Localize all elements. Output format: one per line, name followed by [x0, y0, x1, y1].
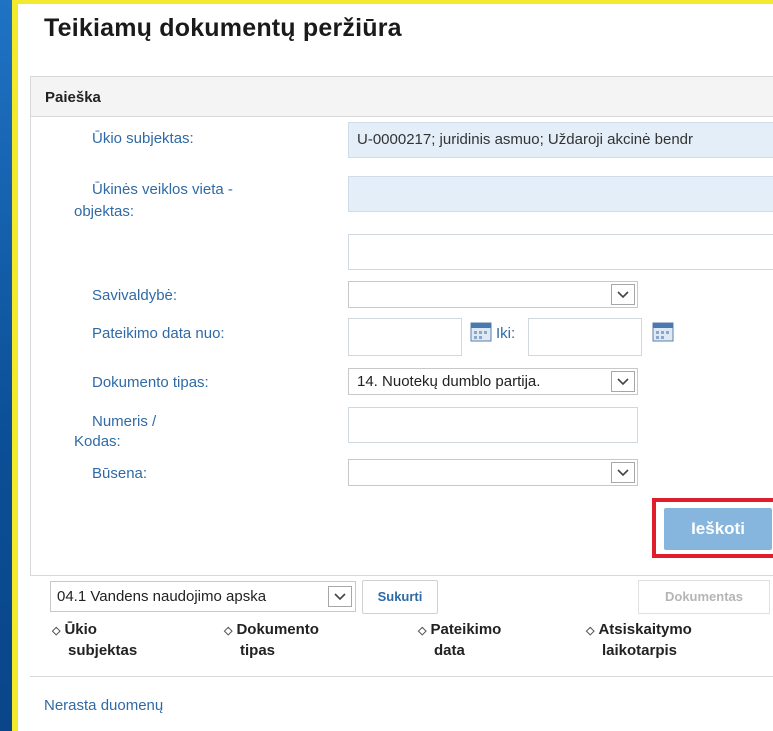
municipality-select[interactable]	[348, 281, 638, 308]
date-from-label: Pateikimo data nuo:	[92, 325, 225, 342]
chevron-down-icon[interactable]	[611, 462, 635, 483]
date-to-input[interactable]	[528, 318, 642, 356]
sort-icon: ◇	[52, 625, 61, 637]
search-panel-title: Paieška	[31, 77, 773, 117]
site-label-line2: objektas:	[74, 203, 135, 220]
sort-icon: ◇	[224, 625, 233, 637]
number-label-line1: Numeris /	[92, 413, 157, 430]
date-to-label: Iki:	[496, 325, 516, 342]
chevron-down-icon[interactable]	[611, 284, 635, 305]
number-label-line2: Kodas:	[74, 433, 121, 450]
search-button-highlight: Ieškoti	[652, 498, 773, 558]
column-header-doc-type[interactable]: ◇ Dokumento tipas	[224, 620, 319, 661]
doc-type-select[interactable]: 14. Nuotekų dumblo partija.	[348, 368, 638, 395]
table-header-divider	[30, 676, 773, 677]
column-header-period[interactable]: ◇ Atsiskaitymo laikotarpis	[586, 620, 692, 661]
subject-field[interactable]: U-0000217; juridinis asmuo; Uždaroji akc…	[348, 122, 773, 158]
sort-icon: ◇	[586, 625, 595, 637]
doc-type-label: Dokumento tipas:	[92, 374, 209, 391]
calendar-icon[interactable]	[652, 320, 674, 342]
app-frame: Teikiamų dokumentų peržiūra Paieška Ūkio…	[12, 0, 773, 731]
page-title: Teikiamų dokumentų peržiūra	[44, 14, 402, 42]
column-header-subject[interactable]: ◇ Ūkio subjektas	[52, 620, 137, 661]
site-label-line1: Ūkinės veiklos vieta -	[92, 181, 233, 198]
template-select[interactable]: 04.1 Vandens naudojimo apska	[50, 581, 356, 612]
site-field[interactable]	[348, 176, 773, 212]
subject-label: Ūkio subjektas:	[92, 130, 194, 147]
municipality-label: Savivaldybė:	[92, 287, 178, 304]
status-select[interactable]	[348, 459, 638, 486]
site-extra-field[interactable]	[348, 234, 773, 270]
document-button[interactable]: Dokumentas	[638, 580, 770, 614]
status-label: Būsena:	[92, 465, 148, 482]
create-button[interactable]: Sukurti	[362, 580, 438, 614]
search-button[interactable]: Ieškoti	[664, 508, 772, 550]
sort-icon: ◇	[418, 625, 427, 637]
number-input[interactable]	[348, 407, 638, 443]
chevron-down-icon[interactable]	[611, 371, 635, 392]
column-header-date[interactable]: ◇ Pateikimo data	[418, 620, 501, 661]
date-from-input[interactable]	[348, 318, 462, 356]
chevron-down-icon[interactable]	[328, 586, 352, 607]
empty-table-message: Nerasta duomenų	[44, 697, 164, 714]
calendar-icon[interactable]	[470, 320, 492, 342]
